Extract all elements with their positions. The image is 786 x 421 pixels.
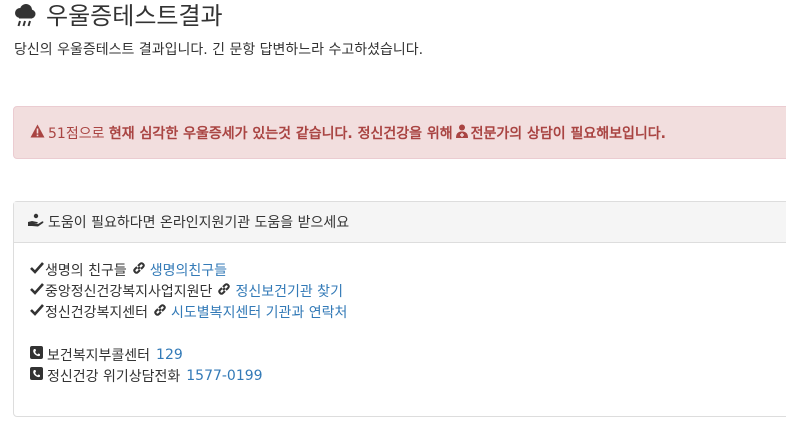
resource-row: 정신건강복지센터 시도별복지센터 기관과 연락처 — [30, 301, 786, 322]
phone-icon — [30, 346, 43, 363]
doctor-icon — [455, 124, 469, 142]
resource-label: 중앙정신건강복지사업지원단 — [45, 283, 213, 300]
link-icon — [217, 282, 231, 300]
phone-label: 보건복지부콜센터 — [47, 347, 151, 364]
resource-label: 생명의 친구들 — [45, 262, 127, 279]
phone-row: 보건복지부콜센터 129 — [30, 344, 786, 365]
resource-row: 중앙정신건강복지사업지원단 정신보건기관 찾기 — [30, 280, 786, 301]
phone-row: 정신건강 위기상담전화 1577-0199 — [30, 365, 786, 386]
phone-number-link[interactable]: 129 — [156, 347, 183, 363]
resource-link[interactable]: 시도별복지센터 기관과 연락처 — [171, 302, 347, 322]
alert-score: 51점으로 — [48, 125, 105, 142]
page-title: 우울증테스트결과 — [12, 0, 223, 32]
warning-icon — [30, 124, 45, 142]
resource-link[interactable]: 생명의친구들 — [150, 260, 227, 280]
page: 우울증테스트결과 당신의 우울증테스트 결과입니다. 긴 문항 답변하느라 수고… — [0, 0, 786, 421]
help-panel-body: 생명의 친구들 생명의친구들 중앙정신건강복지사업지원단 정신보건기관 찾기 정… — [14, 243, 786, 386]
phone-number-link[interactable]: 1577-0199 — [186, 368, 262, 384]
result-alert: 51점으로 현재 심각한 우울증세가 있는것 같습니다. 정신건강을 위해 전문… — [13, 106, 786, 159]
resource-link[interactable]: 정신보건기관 찾기 — [235, 281, 343, 301]
resource-row: 생명의 친구들 생명의친구들 — [30, 259, 786, 280]
phone-icon — [30, 367, 43, 384]
link-icon — [132, 261, 146, 279]
check-icon — [30, 303, 44, 320]
phone-label: 정신건강 위기상담전화 — [47, 368, 181, 385]
help-panel-title: 도움이 필요하다면 온라인지원기관 도움을 받으세요 — [48, 215, 350, 231]
rain-cloud-icon — [12, 3, 38, 29]
page-title-text: 우울증테스트결과 — [46, 2, 223, 30]
help-panel-heading: 도움이 필요하다면 온라인지원기관 도움을 받으세요 — [14, 202, 786, 243]
resource-label: 정신건강복지센터 — [45, 304, 149, 321]
check-icon — [30, 282, 44, 299]
helping-hand-icon — [28, 213, 44, 231]
alert-message-2: 전문가의 상담이 필요해보입니다. — [470, 125, 666, 142]
link-icon — [153, 303, 167, 321]
page-subtitle: 당신의 우울증테스트 결과입니다. 긴 문항 답변하느라 수고하셨습니다. — [14, 42, 424, 58]
alert-message: 현재 심각한 우울증세가 있는것 같습니다. 정신건강을 위해 — [108, 125, 453, 142]
check-icon — [30, 261, 44, 278]
help-panel: 도움이 필요하다면 온라인지원기관 도움을 받으세요 생명의 친구들 생명의친구… — [13, 201, 786, 417]
